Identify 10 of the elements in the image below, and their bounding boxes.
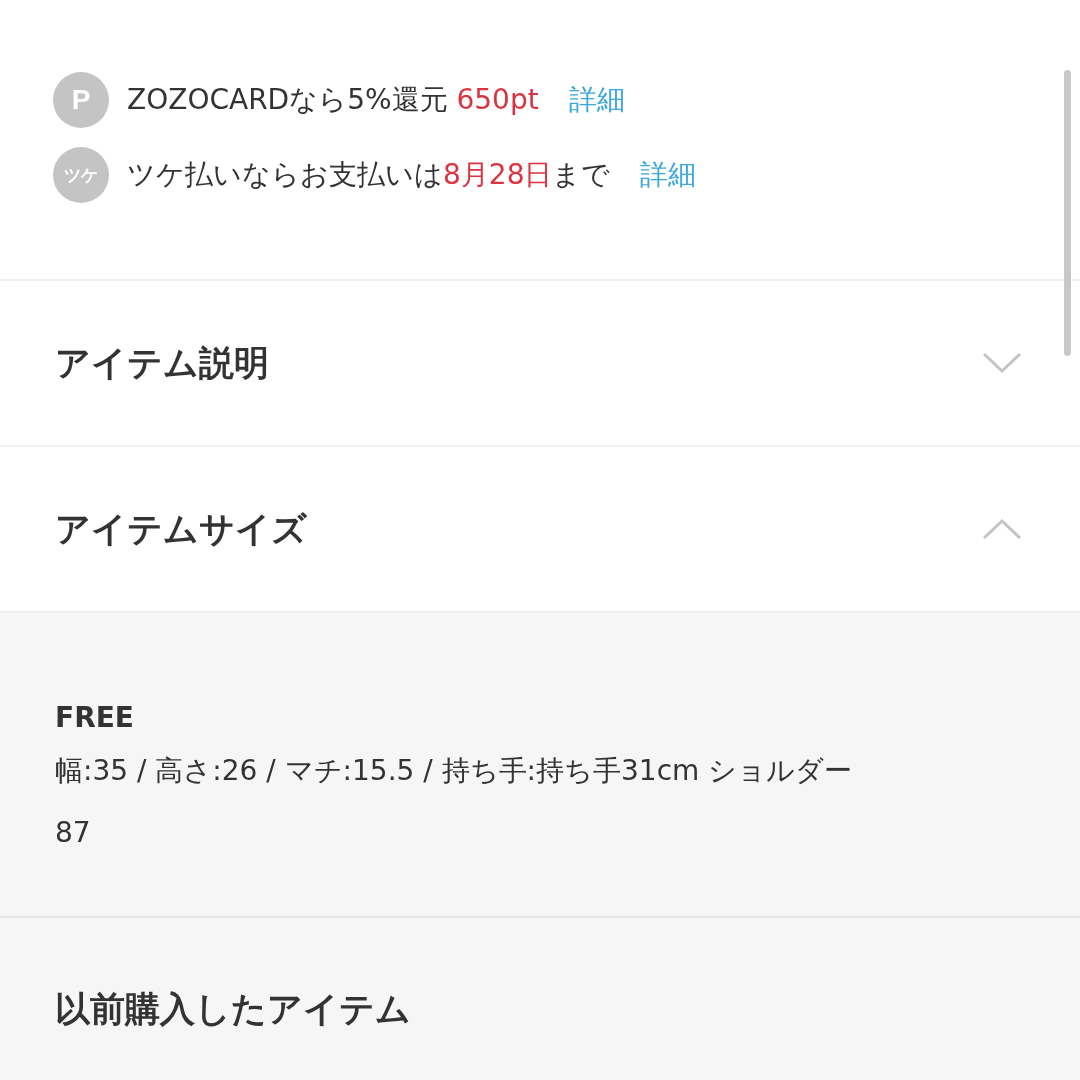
section-title: 以前購入したアイテム [55,989,411,1029]
point-badge-icon: ツケ [53,147,109,203]
size-name: FREE [55,701,135,734]
size-detail: 幅:35 / 高さ:26 / マチ:15.5 / 持ち手:持ち手31cm ショルダー87 [55,753,854,851]
perk-text: ZOZOCARDなら5%還元 650pt [127,82,539,118]
section-title: アイテム説明 [55,341,269,385]
section-title: アイテムサイズ [55,507,307,551]
scrollbar[interactable] [1064,70,1071,356]
perk-text: ツケ払いならお支払いは8月28日 まで [127,157,611,193]
point-badge-icon: P [53,72,109,128]
